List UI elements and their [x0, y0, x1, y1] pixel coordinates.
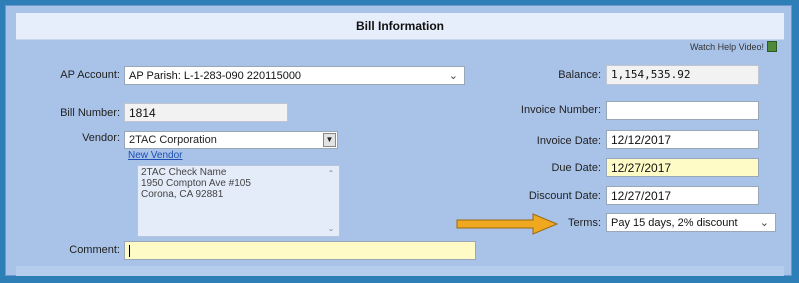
due-date-label: Due Date:: [551, 162, 601, 174]
ap-account-value: AP Parish: L-1-283-090 220115000: [129, 70, 302, 82]
section-header: Bill Information: [16, 13, 784, 40]
balance-field: 1,154,535.92: [606, 65, 759, 85]
invoice-date-label: Invoice Date:: [536, 135, 601, 147]
film-icon[interactable]: [767, 41, 777, 52]
bottom-divider: [16, 266, 784, 276]
due-date-field[interactable]: 12/27/2017: [606, 158, 759, 177]
invoice-number-field[interactable]: [606, 101, 759, 120]
comment-field[interactable]: [124, 241, 476, 260]
help-video-link[interactable]: Watch Help Video!: [690, 41, 777, 52]
chevron-down-icon: ⌄: [759, 217, 769, 229]
text-cursor: [129, 245, 130, 257]
chevron-up-icon[interactable]: ⌃: [328, 168, 335, 179]
callout-arrow-icon: [456, 213, 559, 235]
bill-number-label: Bill Number:: [60, 107, 120, 119]
address-scrollbar[interactable]: ⌃ ⌄: [325, 168, 337, 234]
ap-account-select[interactable]: AP Parish: L-1-283-090 220115000 ⌄: [124, 66, 465, 85]
vendor-address-box: 2TAC Check Name 1950 Compton Ave #105 Co…: [137, 165, 340, 237]
new-vendor-link[interactable]: New Vendor: [128, 150, 182, 161]
address-line: 2TAC Check Name: [141, 167, 227, 178]
terms-value: Pay 15 days, 2% discount: [611, 217, 738, 229]
vendor-label: Vendor:: [82, 132, 120, 144]
comment-label: Comment:: [69, 244, 120, 256]
bill-number-field[interactable]: 1814: [124, 103, 288, 122]
vendor-select[interactable]: 2TAC Corporation ▼: [124, 131, 338, 149]
chevron-down-icon[interactable]: ▼: [323, 133, 336, 147]
ap-account-label: AP Account:: [60, 69, 120, 81]
invoice-date-field[interactable]: 12/12/2017: [606, 130, 759, 149]
terms-select[interactable]: Pay 15 days, 2% discount ⌄: [606, 213, 776, 232]
discount-date-field[interactable]: 12/27/2017: [606, 186, 759, 205]
help-video-label[interactable]: Watch Help Video!: [690, 42, 764, 52]
invoice-number-label: Invoice Number:: [520, 104, 601, 116]
chevron-down-icon[interactable]: ⌄: [328, 223, 335, 234]
chevron-down-icon: ⌄: [448, 70, 458, 82]
vendor-value: 2TAC Corporation: [129, 134, 217, 146]
balance-label: Balance:: [558, 69, 601, 81]
discount-date-label: Discount Date:: [528, 190, 601, 202]
address-line: 1950 Compton Ave #105: [141, 178, 251, 189]
address-line: Corona, CA 92881: [141, 189, 224, 200]
